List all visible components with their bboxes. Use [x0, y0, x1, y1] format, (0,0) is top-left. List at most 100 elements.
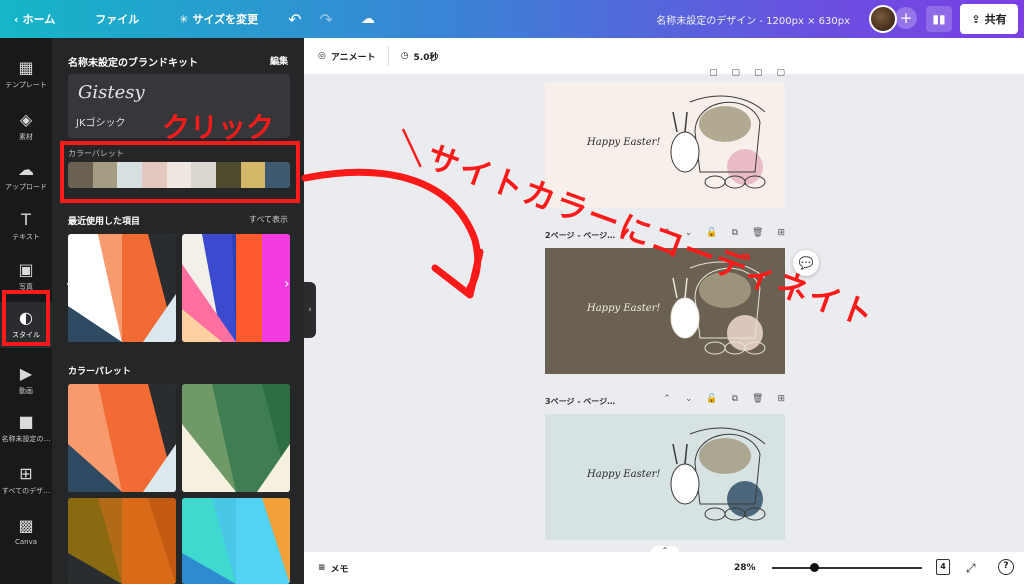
grid-icon: ⊞ [19, 464, 33, 483]
file-menu[interactable]: ファイル [95, 11, 139, 27]
rail-item-9[interactable]: ▩ Canva [0, 510, 52, 556]
duration-label: 5.0秒 [413, 52, 439, 63]
notes-label: メモ [330, 564, 349, 575]
add-page-icon[interactable]: ▢ [776, 68, 785, 78]
lock-icon[interactable]: ▢ [709, 68, 718, 78]
duplicate-icon[interactable]: ⧉ [732, 228, 738, 238]
show-all-link[interactable]: すべて表示 [249, 214, 288, 225]
fullscreen-icon[interactable]: ⤢ [966, 561, 976, 576]
rail-item-7[interactable]: ■ 名称未設定の… [0, 406, 52, 452]
design-title[interactable]: 名称未設定のデザイン - 1200px × 630px [656, 12, 850, 27]
rail-item-label: 素材 [19, 133, 33, 141]
happy-easter-text: Happy Easter! [587, 469, 661, 480]
top-bar: ‹ ホーム ファイル ✳ サイズを変更 ↶ ↷ ☁ 名称未設定のデザイン - 1… [0, 0, 1024, 38]
notes-icon: ≡ [318, 563, 326, 573]
rail-item-label: アップロード [5, 183, 47, 191]
clock-icon: ◷ [400, 51, 409, 61]
brand-font: JKゴシック [76, 118, 126, 129]
rail-item-label: すべてのデザ… [1, 487, 51, 495]
home-label: ホーム [22, 13, 56, 26]
help-icon[interactable]: ? [998, 559, 1014, 575]
home-button[interactable]: ‹ ホーム [14, 11, 55, 27]
chevron-right-icon[interactable]: › [284, 276, 290, 292]
share-label: 共有 [984, 13, 1007, 26]
trash-icon[interactable]: ▢ [754, 68, 763, 78]
chevron-left-icon: ‹ [14, 12, 19, 26]
text-icon: T [21, 210, 31, 229]
page-actions: ⌃ ⌄ 🔓 ⧉ 🗑 ⊞ [663, 394, 785, 404]
canva-icon: ▩ [18, 516, 34, 535]
rail-item-label: 動画 [19, 387, 33, 395]
resize-button[interactable]: ✳ サイズを変更 [179, 11, 258, 27]
upload-share-icon: ⇪ [971, 12, 981, 26]
rail-item-label: Canva [14, 538, 38, 546]
duplicate-icon[interactable]: ⧉ [732, 394, 738, 404]
rail-item-3[interactable]: T テキスト [0, 204, 52, 250]
annotation-palette-box [60, 141, 300, 203]
animate-icon: ◎ [318, 51, 326, 61]
rail-item-0[interactable]: ▦ テンプレート [0, 52, 52, 98]
page-1-actions: ▢ ▢ ▢ ▢ [709, 68, 785, 78]
upload-icon: ☁ [18, 160, 34, 179]
rail-item-6[interactable]: ▶ 動画 [0, 358, 52, 404]
lock-icon[interactable]: 🔓 [706, 394, 717, 404]
page-3-bar: 3ページ - ページ… ⌃ ⌄ 🔓 ⧉ 🗑 ⊞ [545, 392, 785, 410]
sparkle-icon: ✳ [179, 12, 189, 26]
palette-style-3[interactable] [68, 498, 176, 584]
photo-icon: ▣ [18, 260, 34, 279]
annotation-arrow [301, 168, 484, 299]
rail-item-label: 名称未設定の… [1, 435, 51, 443]
trash-icon[interactable]: 🗑 [752, 394, 763, 404]
edit-link[interactable]: 編集 [270, 54, 288, 67]
rail-item-8[interactable]: ⊞ すべてのデザ… [0, 458, 52, 504]
design-page-3[interactable]: Happy Easter! [545, 414, 785, 540]
bottom-bar: ≡ メモ 28% 4 ⤢ ? [304, 552, 1024, 584]
zoom-level[interactable]: 28% [734, 563, 756, 573]
rail-item-1[interactable]: ◈ 素材 [0, 104, 52, 150]
recent-heading: 最近使用した項目 [68, 217, 141, 227]
chevron-left-icon[interactable]: ‹ [66, 276, 72, 292]
palette-style-4[interactable] [182, 498, 290, 584]
zoom-slider[interactable] [772, 567, 922, 569]
chevron-up-icon[interactable]: ⌃ [663, 394, 671, 404]
video-icon: ▶ [19, 364, 33, 383]
zoom-slider-knob[interactable] [810, 563, 819, 572]
annotation-click: クリック [162, 111, 275, 144]
resize-label: サイズを変更 [192, 13, 259, 26]
duration-button[interactable]: ◷ 5.0秒 [401, 50, 439, 63]
undo-icon[interactable]: ↶ [288, 10, 301, 29]
add-page-icon[interactable]: ⊞ [777, 394, 785, 404]
toolbar-divider [387, 46, 389, 66]
brand-kit-title: 名称未設定のブランドキット [68, 58, 198, 69]
stats-icon[interactable]: ▮▮ [926, 6, 952, 32]
redo-icon[interactable]: ↷ [320, 10, 333, 29]
rail-item-label: テンプレート [5, 81, 47, 89]
easter-illustration [670, 427, 766, 521]
page-count-icon[interactable]: 4 [936, 559, 950, 575]
happy-easter-text: Happy Easter! [587, 303, 661, 314]
notes-button[interactable]: ≡ メモ [318, 562, 349, 575]
add-member-icon[interactable]: + [895, 7, 917, 29]
rail-item-2[interactable]: ☁ アップロード [0, 154, 52, 200]
brand-signature: Gistesy [78, 82, 145, 103]
recent-style-1[interactable] [68, 234, 176, 342]
palette-style-1[interactable] [68, 384, 176, 492]
recent-style-2[interactable] [182, 234, 290, 342]
elements-icon: ◈ [19, 110, 33, 129]
template-icon: ▦ [18, 58, 34, 77]
page-label[interactable]: 3ページ - ページ… [545, 396, 615, 407]
folder-icon: ■ [18, 412, 34, 431]
cloud-save-icon[interactable]: ☁ [361, 11, 375, 27]
duplicate-icon[interactable]: ▢ [731, 68, 740, 78]
happy-easter-text: Happy Easter! [587, 137, 661, 148]
palette-style-2[interactable] [182, 384, 290, 492]
add-page-icon[interactable]: ⊞ [777, 228, 785, 238]
trash-icon[interactable]: 🗑 [752, 228, 763, 238]
share-button[interactable]: ⇪ 共有 [960, 4, 1018, 34]
file-label: ファイル [95, 13, 140, 26]
annotation-style-box [2, 290, 50, 346]
rail-item-label: テキスト [12, 233, 40, 241]
animate-button[interactable]: ◎ アニメート [318, 50, 376, 63]
avatar[interactable] [869, 5, 897, 33]
chevron-down-icon[interactable]: ⌄ [685, 394, 693, 404]
